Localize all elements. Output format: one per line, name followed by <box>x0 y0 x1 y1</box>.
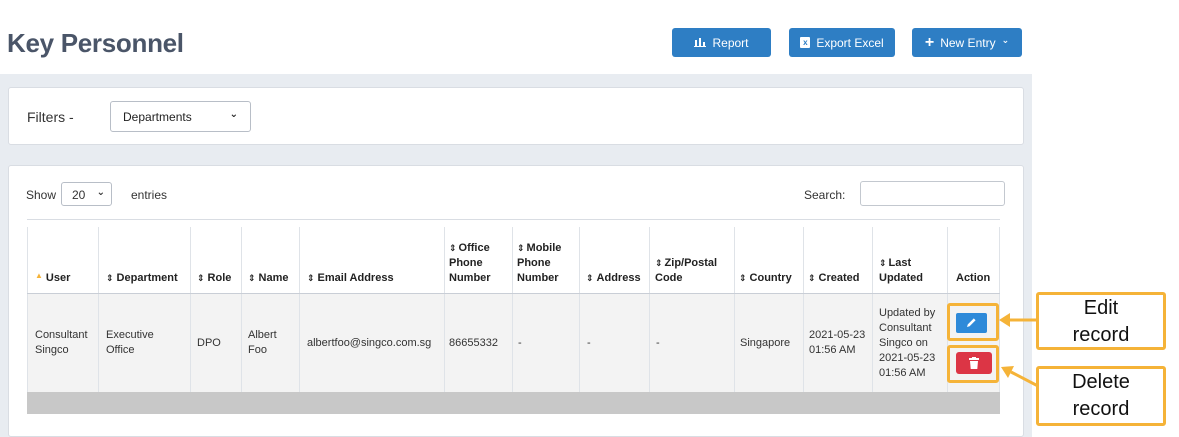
column-separator <box>803 227 804 392</box>
sort-icon: ⇕ <box>248 273 256 283</box>
sort-icon: ⇕ <box>655 258 663 268</box>
sort-icon: ⇕ <box>517 243 525 253</box>
report-label: Report <box>712 35 749 50</box>
column-separator <box>649 227 650 392</box>
column-header-email[interactable]: ⇕ Email Address <box>307 227 443 286</box>
sort-icon: ⇕ <box>879 258 887 268</box>
cell-address: - <box>587 336 591 349</box>
bar-chart-icon <box>694 37 707 49</box>
column-separator <box>444 227 445 392</box>
delete-record-callout: Delete record <box>1036 366 1166 426</box>
column-separator <box>190 227 191 392</box>
cell-mobile-phone: - <box>518 336 522 349</box>
column-header-user[interactable]: ▲ User <box>35 227 97 286</box>
column-header-department[interactable]: ⇕ Department <box>106 227 190 286</box>
column-header-mobile-phone[interactable]: ⇕ Mobile Phone Number <box>517 227 575 286</box>
column-header-address[interactable]: ⇕ Address <box>586 227 648 286</box>
cell-department: Executive Office <box>106 329 154 356</box>
column-separator <box>299 227 300 392</box>
sort-icon: ⇕ <box>739 273 747 283</box>
data-table: ▲ User ⇕ Department ⇕ Role ⇕ Name ⇕ Emai… <box>27 219 1000 419</box>
cell-role: DPO <box>197 336 221 349</box>
report-button[interactable]: Report <box>672 28 771 57</box>
column-header-office-phone[interactable]: ⇕ Office Phone Number <box>449 227 507 286</box>
chevron-down-icon: ⌄ <box>229 109 238 120</box>
cell-zip: - <box>656 336 660 349</box>
cell-user: Consultant Singco <box>35 329 88 356</box>
new-entry-button[interactable]: + New Entry ⌄ <box>912 28 1022 57</box>
chevron-down-icon: ⌄ <box>96 187 105 198</box>
edit-arrow <box>999 313 1040 327</box>
new-entry-label: New Entry <box>940 35 996 50</box>
department-select[interactable]: Departments ⌄ <box>110 101 251 132</box>
chevron-down-icon: ⌄ <box>1001 35 1010 45</box>
edit-record-callout-text: Edit record <box>1072 297 1130 346</box>
delete-arrow <box>1001 366 1039 388</box>
filters-card: Filters - Departments ⌄ <box>8 87 1024 145</box>
table-card: Show 20 ⌄ entries Search: ▲ User ⇕ Depar… <box>8 165 1024 437</box>
search-input[interactable] <box>860 181 1005 206</box>
export-excel-button[interactable]: x Export Excel <box>789 28 895 57</box>
column-header-created[interactable]: ⇕ Created <box>808 227 872 286</box>
column-header-last-updated[interactable]: ⇕ Last Updated <box>879 227 939 286</box>
sort-icon: ⇕ <box>586 273 594 283</box>
sort-icon: ⇕ <box>449 243 457 253</box>
excel-file-icon: x <box>800 37 811 48</box>
column-header-country[interactable]: ⇕ Country <box>739 227 803 286</box>
cell-office-phone: 86655332 <box>449 336 498 349</box>
sort-icon: ⇕ <box>197 273 205 283</box>
cell-created: 2021-05-23 01:56 AM <box>809 329 866 356</box>
show-label: Show <box>26 188 57 202</box>
horizontal-scrollbar[interactable] <box>27 392 1000 414</box>
column-header-role[interactable]: ⇕ Role <box>197 227 241 286</box>
export-label: Export Excel <box>816 35 884 50</box>
cell-name: Albert Foo <box>248 329 277 356</box>
column-header-name[interactable]: ⇕ Name <box>248 227 298 286</box>
plus-icon: + <box>924 33 935 51</box>
column-separator <box>512 227 513 392</box>
column-separator <box>872 227 873 392</box>
edit-record-callout: Edit record <box>1036 292 1166 350</box>
column-separator <box>27 227 28 392</box>
page-title: Key Personnel <box>7 28 184 58</box>
cell-country: Singapore <box>740 336 791 349</box>
sort-icon: ⇕ <box>307 273 315 283</box>
cell-email: albertfoo@singco.com.sg <box>307 336 432 349</box>
delete-record-callout-text: Delete record <box>1072 371 1130 420</box>
department-select-value: Departments <box>123 110 192 124</box>
column-header-action: Action <box>956 272 991 284</box>
column-separator <box>241 227 242 392</box>
sort-asc-icon: ▲ <box>35 271 43 280</box>
filters-label: Filters - <box>27 109 74 125</box>
delete-highlight <box>947 345 999 383</box>
column-separator <box>734 227 735 392</box>
column-separator <box>98 227 99 392</box>
entries-label: entries <box>131 188 168 202</box>
column-header-zip[interactable]: ⇕ Zip/Postal Code <box>655 227 731 286</box>
page-size-value: 20 <box>72 188 86 202</box>
sort-icon: ⇕ <box>106 273 114 283</box>
column-separator <box>579 227 580 392</box>
sort-icon: ⇕ <box>808 273 816 283</box>
page-size-select[interactable]: 20 ⌄ <box>61 182 112 206</box>
cell-last-updated: Updated by Consultant Singco on 2021-05-… <box>879 306 936 379</box>
edit-highlight <box>947 303 999 341</box>
search-label: Search: <box>804 188 846 202</box>
table-top-border <box>27 219 1000 225</box>
